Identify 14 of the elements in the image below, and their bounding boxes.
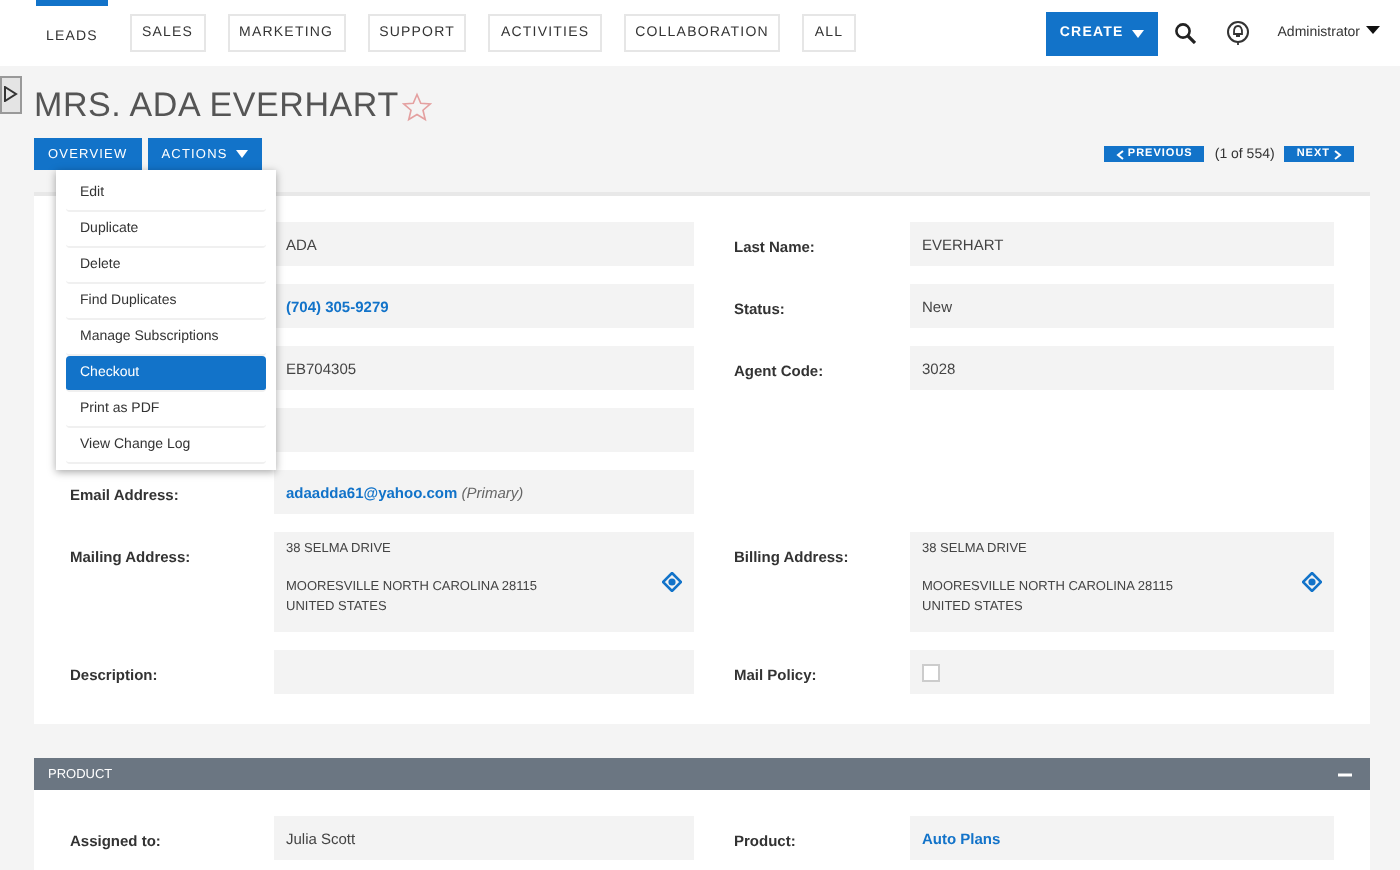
caret-icon: [235, 150, 248, 158]
checkbox[interactable]: [922, 664, 940, 682]
search-icon[interactable]: [1173, 22, 1196, 44]
chevron-left-icon: [1115, 149, 1124, 159]
sidebar-toggle[interactable]: [0, 76, 22, 114]
notification-icon[interactable]: [1225, 20, 1250, 46]
location-target-icon[interactable]: [1302, 572, 1322, 592]
chevron-right-icon: [1334, 149, 1342, 159]
record-title: MRS. ADA EVERHART: [34, 86, 399, 126]
star-icon[interactable]: [402, 91, 433, 121]
play-icon: [4, 86, 18, 102]
location-target-icon[interactable]: [662, 572, 682, 592]
caret-icon: [1366, 26, 1380, 34]
caret-icon: [1131, 29, 1144, 37]
